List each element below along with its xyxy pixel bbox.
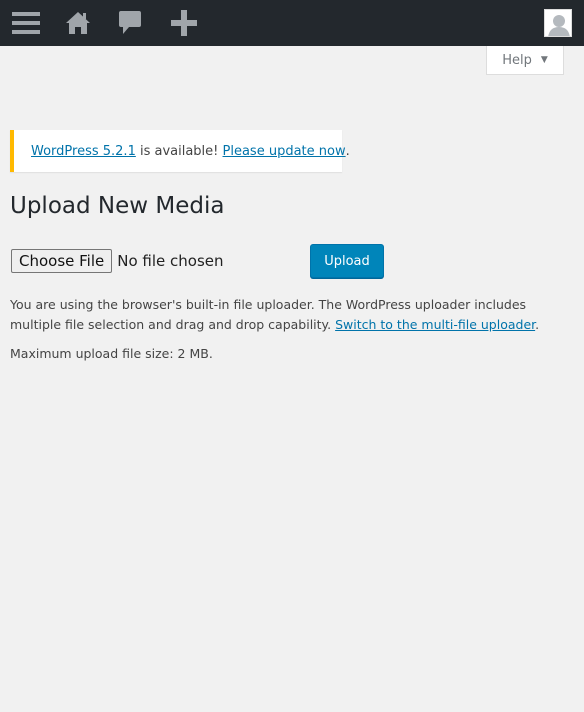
avatar-icon — [545, 10, 571, 36]
no-file-chosen-text: No file chosen — [117, 252, 224, 270]
help-label: Help — [502, 52, 532, 68]
wordpress-version-link[interactable]: WordPress 5.2.1 — [31, 144, 136, 159]
admin-bar — [0, 0, 584, 46]
new-content-button[interactable] — [156, 0, 212, 46]
help-tab-button[interactable]: Help ▼ — [486, 46, 564, 75]
home-button[interactable] — [52, 0, 104, 46]
uploader-info-end: . — [535, 316, 540, 332]
comments-button[interactable] — [104, 0, 156, 46]
notice-text-middle: is available! — [135, 143, 223, 159]
caret-down-icon: ▼ — [540, 55, 548, 65]
account-button[interactable] — [532, 0, 584, 46]
notice-text-end: . — [345, 143, 350, 159]
upload-button[interactable]: Upload — [310, 244, 384, 278]
plus-icon — [171, 10, 197, 36]
home-icon — [66, 12, 90, 34]
update-notice: WordPress 5.2.1 is available! Please upd… — [10, 130, 350, 172]
max-upload-size-text: Maximum upload file size: 2 MB. — [10, 346, 213, 361]
menu-toggle-button[interactable] — [0, 0, 52, 46]
page-title: Upload New Media — [10, 193, 225, 219]
switch-uploader-link[interactable]: Switch to the multi-file uploader — [335, 317, 535, 332]
comments-icon — [119, 11, 141, 34]
menu-icon — [12, 12, 40, 34]
choose-file-button[interactable]: Choose File — [11, 249, 113, 273]
update-now-link[interactable]: Please update now — [223, 144, 346, 159]
file-input[interactable]: Choose File No file chosen — [11, 249, 224, 273]
avatar — [544, 9, 572, 37]
uploader-info-text: You are using the browser's built-in fil… — [10, 295, 576, 334]
